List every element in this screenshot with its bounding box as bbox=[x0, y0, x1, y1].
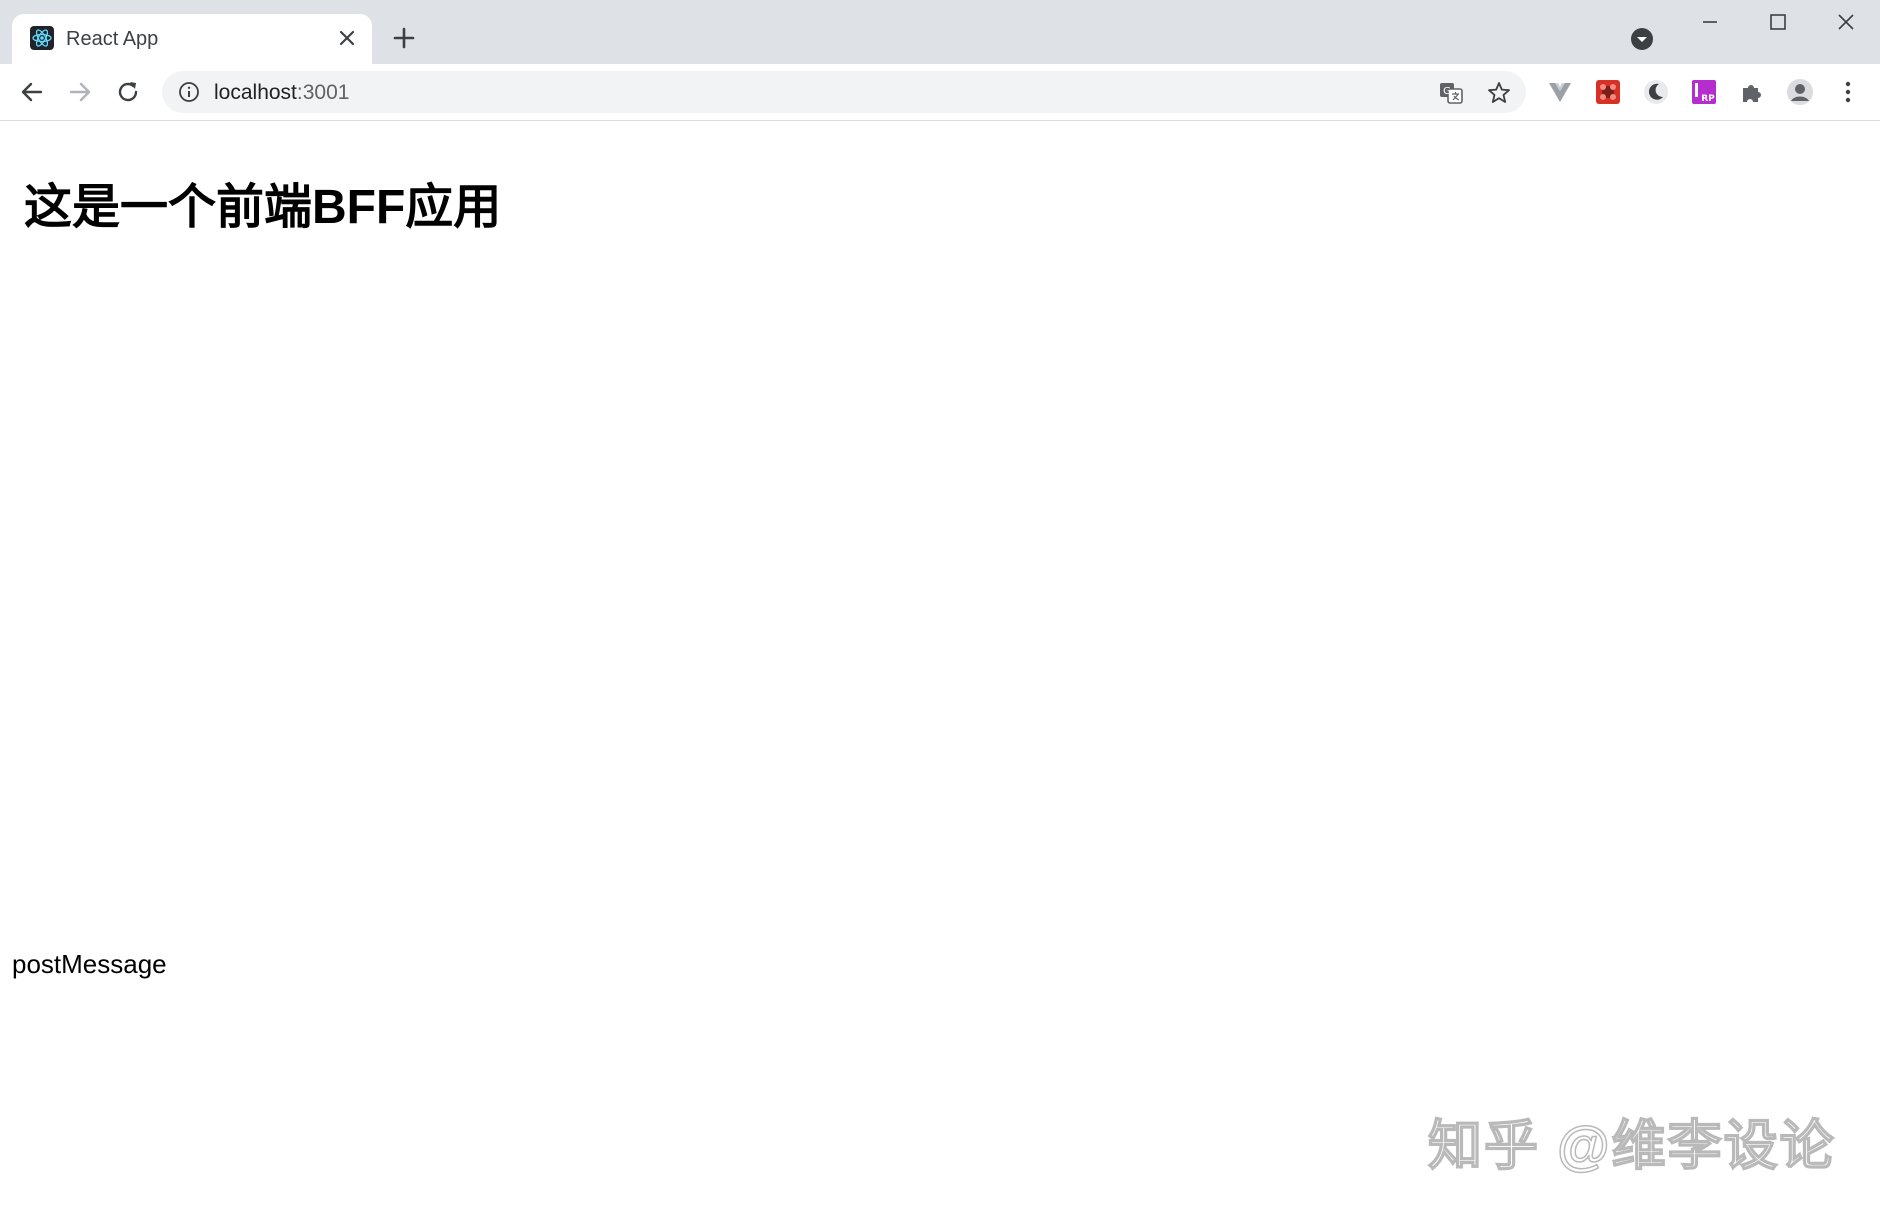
tab-title: React App bbox=[66, 28, 159, 50]
page-viewport: 这是一个前端BFF应用 postMessage 知乎 @维李设论 bbox=[0, 121, 1880, 1210]
forward-arrow-icon[interactable] bbox=[66, 78, 94, 106]
close-window-icon[interactable] bbox=[1836, 12, 1856, 32]
browser-toolbar: localhost:3001 G RP bbox=[0, 64, 1880, 121]
bookmark-star-icon[interactable] bbox=[1486, 80, 1512, 106]
new-tab-plus-icon[interactable] bbox=[390, 24, 418, 52]
extension-red-icon[interactable] bbox=[1594, 78, 1622, 106]
reload-icon[interactable] bbox=[114, 78, 142, 106]
profile-avatar-icon[interactable] bbox=[1786, 78, 1814, 106]
browser-tab[interactable]: React App bbox=[12, 14, 372, 64]
minimize-window-icon[interactable] bbox=[1700, 10, 1720, 30]
back-arrow-icon[interactable] bbox=[18, 78, 46, 106]
svg-text:G: G bbox=[1443, 86, 1451, 97]
page-heading: 这是一个前端BFF应用 bbox=[24, 181, 502, 234]
puzzle-icon[interactable] bbox=[1738, 78, 1766, 106]
translate-icon[interactable]: G bbox=[1438, 80, 1464, 106]
tab-search-dropdown-icon[interactable] bbox=[1630, 27, 1654, 51]
react-logo-icon bbox=[30, 26, 54, 50]
tab-strip: React App bbox=[0, 0, 1880, 64]
maximize-window-icon[interactable] bbox=[1768, 12, 1788, 32]
url-port: :3001 bbox=[296, 81, 350, 104]
address-url[interactable]: localhost:3001 bbox=[214, 81, 349, 105]
url-host: localhost bbox=[214, 81, 297, 104]
axure-rp-icon[interactable]: RP bbox=[1690, 78, 1718, 106]
watermark: 知乎 @维李设论 bbox=[1427, 1115, 1836, 1177]
svg-text:RP: RP bbox=[1701, 94, 1715, 104]
address-bar[interactable]: localhost:3001 G bbox=[162, 71, 1526, 113]
close-tab-icon[interactable] bbox=[336, 27, 358, 49]
site-info-icon[interactable] bbox=[178, 81, 200, 103]
dark-mode-icon[interactable] bbox=[1642, 78, 1670, 106]
vue-devtools-icon[interactable] bbox=[1546, 78, 1574, 106]
post-message-text: postMessage bbox=[12, 949, 167, 979]
kebab-menu-icon[interactable] bbox=[1834, 78, 1862, 106]
